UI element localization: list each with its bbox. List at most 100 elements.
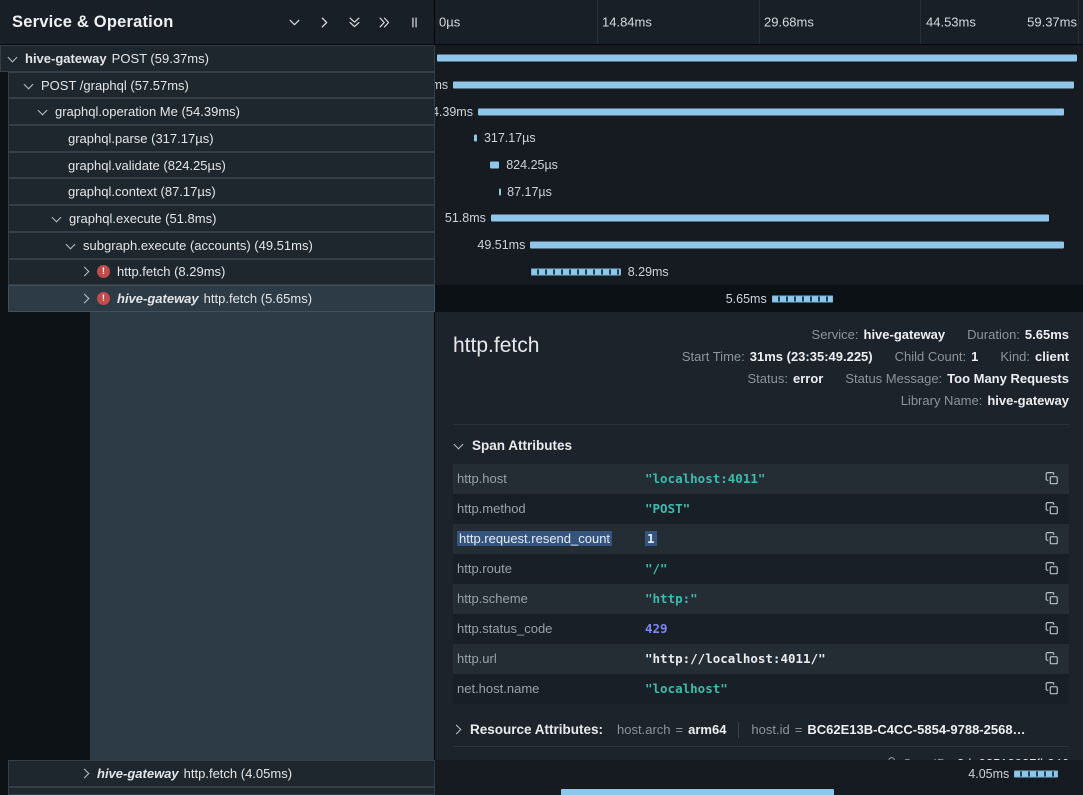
timeline-row-inner: 49.51ms [437, 232, 1077, 259]
copy-icon[interactable] [1045, 501, 1059, 516]
span-tree-item[interactable]: !hive-gatewayhttp.fetch (5.65ms) [0, 285, 435, 312]
span-tree-item[interactable]: graphql.parse (317.17µs) [0, 125, 435, 152]
span-tree-item[interactable]: hive-gatewayPOST (59.37ms) [0, 45, 435, 72]
meta-label: Child Count: [895, 349, 967, 364]
span-tree-item[interactable]: subgraph.execute (accounts) (49.51ms) [0, 232, 435, 259]
span-tree-item-box: graphql.parse (317.17µs) [8, 125, 435, 152]
span-tree-item-box: graphql.execute (51.8ms) [8, 205, 435, 232]
chevron-right-icon[interactable] [80, 769, 90, 779]
span-tree-item[interactable]: !http.fetch (8.29ms) [0, 259, 435, 286]
copy-icon[interactable] [1045, 681, 1059, 696]
span-tree-item[interactable]: graphql.context (87.17µs) [0, 178, 435, 205]
span-row: graphql.execute (51.8ms)51.8ms [0, 205, 1083, 232]
meta-pair: Kind:client [1000, 349, 1069, 364]
copy-icon[interactable] [1045, 621, 1059, 636]
timeline-row-inner: 4.05ms [437, 760, 1077, 787]
attribute-value: "localhost" [645, 681, 1037, 696]
resource-value: BC62E13B-C4CC-5854-9788-2568… [807, 722, 1025, 737]
span-tree-item-box: graphql.operation Me (54.39ms) [8, 98, 435, 125]
span-name: graphql.operation Me (54.39ms) [55, 104, 240, 119]
copy-icon[interactable] [1045, 531, 1059, 546]
chevron-right-icon[interactable] [80, 267, 90, 277]
span-bar[interactable] [1014, 770, 1058, 777]
span-tree-item[interactable]: POST /graphql (57.57ms) [0, 72, 435, 99]
chevron-right-icon[interactable] [80, 294, 90, 304]
attribute-row: http.request.resend_count1 [453, 524, 1069, 554]
chevron-down-icon[interactable] [52, 213, 62, 223]
span-attributes-section-header[interactable]: Span Attributes [453, 425, 1069, 464]
span-bar[interactable] [499, 188, 501, 195]
attribute-key: http.request.resend_count [457, 531, 645, 546]
attribute-row: http.host"localhost:4011" [453, 464, 1069, 494]
attribute-key: http.method [457, 501, 645, 516]
span-tree-item[interactable]: graphql.validate (824.25µs) [0, 152, 435, 179]
span-bar[interactable] [474, 135, 477, 142]
span-row: graphql.parse (317.17µs)317.17µs [0, 125, 1083, 152]
resource-key: host.arch [617, 722, 670, 737]
span-bar[interactable] [453, 82, 1074, 89]
timeline-tick: 59.37ms [1027, 15, 1077, 30]
span-bar[interactable] [437, 55, 1077, 62]
timeline-row: 87.17µs [435, 178, 1083, 205]
resource-key: host.id [751, 722, 789, 737]
span-tree-item[interactable]: hive-gatewayhttp.fetch (4.05ms) [0, 760, 435, 787]
span-bar[interactable] [478, 108, 1064, 115]
span-bar[interactable] [491, 215, 1049, 222]
copy-icon[interactable] [1045, 561, 1059, 576]
timeline-tick: 29.68ms [764, 15, 814, 30]
timeline-row-inner: 87.17µs [437, 178, 1077, 205]
meta-value: client [1035, 349, 1069, 364]
resource-attributes-label: Resource Attributes: [470, 722, 603, 737]
chevron-right-icon [452, 725, 462, 735]
span-bar[interactable] [561, 789, 834, 795]
chevron-down-icon [454, 439, 464, 449]
meta-label: Duration: [967, 327, 1020, 342]
span-bar[interactable] [490, 162, 499, 169]
span-bar[interactable] [530, 242, 1064, 249]
chevron-down-icon[interactable] [24, 79, 34, 89]
timeline-tick: 44.53ms [926, 15, 976, 30]
span-detail-panel: http.fetch Service:hive-gatewayDuration:… [435, 312, 1083, 760]
copy-icon[interactable] [1045, 471, 1059, 486]
span-duration-label: 824.25µs [506, 158, 558, 172]
copy-icon[interactable] [1045, 651, 1059, 666]
span-tree-item[interactable] [0, 787, 435, 795]
drag-handle-icon[interactable] [407, 15, 422, 30]
timeline-row: 317.17µs [435, 125, 1083, 152]
timeline-row: 54.39ms [435, 98, 1083, 125]
span-meta: Service:hive-gatewayDuration:5.65msStart… [682, 324, 1069, 412]
timeline-row: 57.57ms [435, 72, 1083, 99]
timeline-row-inner: 57.57ms [437, 72, 1077, 99]
attribute-value: "http://localhost:4011/" [645, 651, 1037, 666]
span-name: subgraph.execute (accounts) (49.51ms) [83, 238, 313, 253]
span-tree-item-box: graphql.validate (824.25µs) [8, 152, 435, 179]
attribute-value-selection: 1 [645, 531, 657, 546]
timeline-row: 49.51ms [435, 232, 1083, 259]
span-tree-item[interactable]: graphql.operation Me (54.39ms) [0, 98, 435, 125]
span-row: hive-gatewayhttp.fetch (4.05ms)4.05ms [0, 760, 1083, 787]
copy-icon[interactable] [1045, 591, 1059, 606]
attribute-row: http.route"/" [453, 554, 1069, 584]
resource-attributes-section-header[interactable]: Resource Attributes: host.arch=arm64host… [453, 714, 1069, 746]
span-duration-label: 49.51ms [477, 238, 525, 252]
span-bar[interactable] [772, 295, 833, 302]
double-chevron-right-icon[interactable] [377, 15, 392, 30]
attribute-key: http.scheme [457, 591, 645, 606]
span-duration-label: 87.17µs [507, 185, 552, 199]
meta-value: 1 [971, 349, 978, 364]
span-tree-item[interactable]: graphql.execute (51.8ms) [0, 205, 435, 232]
attribute-value: "/" [645, 561, 1037, 576]
chevron-down-icon[interactable] [8, 52, 18, 62]
meta-pair: Service:hive-gateway [812, 327, 946, 342]
meta-value: Too Many Requests [947, 371, 1069, 386]
meta-value: hive-gateway [864, 327, 946, 342]
separator [738, 722, 739, 738]
meta-pair: Status:error [748, 371, 824, 386]
chevron-down-icon[interactable] [66, 239, 76, 249]
span-bar[interactable] [531, 268, 620, 275]
error-icon: ! [97, 292, 110, 305]
double-chevron-down-icon[interactable] [347, 15, 362, 30]
chevron-down-icon[interactable] [287, 15, 302, 30]
chevron-down-icon[interactable] [38, 106, 48, 116]
chevron-right-icon[interactable] [317, 15, 332, 30]
